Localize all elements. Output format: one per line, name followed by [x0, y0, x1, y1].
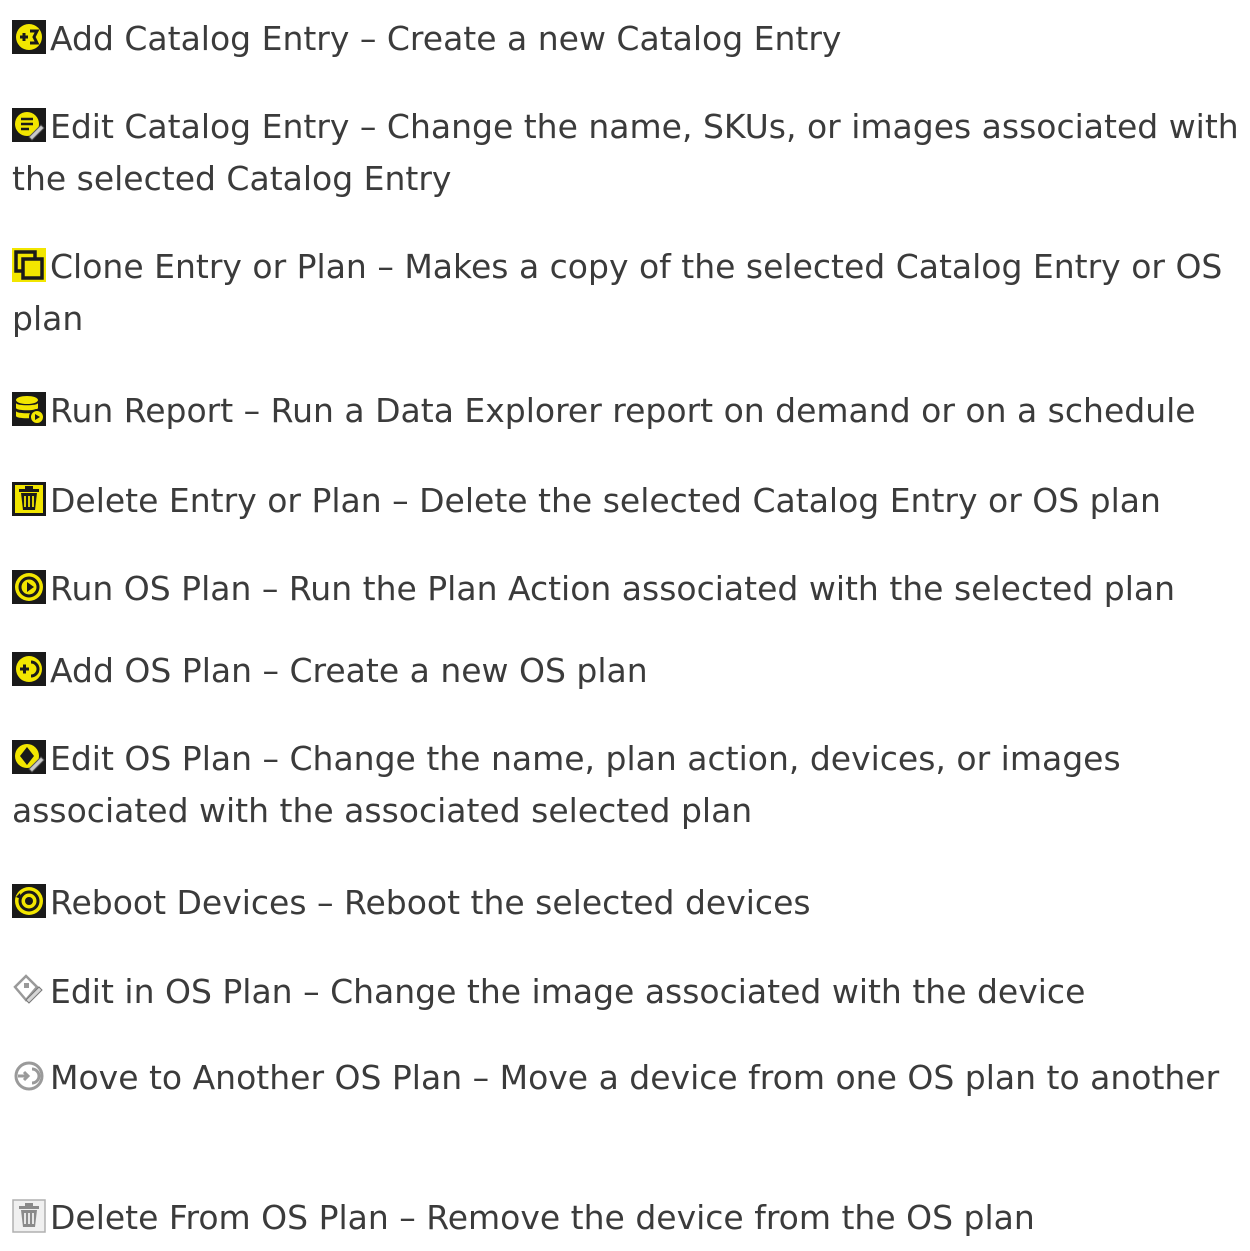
- legend-item-add-catalog-entry: Add Catalog Entry – Create a new Catalog…: [12, 13, 1244, 65]
- legend-item-clone: Clone Entry or Plan – Makes a copy of th…: [12, 241, 1244, 345]
- legend-item-run-report: Run Report – Run a Data Explorer report …: [12, 385, 1244, 437]
- legend-item-text: Edit in OS Plan – Change the image assoc…: [50, 972, 1086, 1011]
- edit-in-os-plan-icon: [12, 973, 46, 1007]
- move-os-plan-icon: [12, 1059, 46, 1093]
- legend-item-text: Run OS Plan – Run the Plan Action associ…: [50, 569, 1176, 608]
- delete-from-os-plan-icon: [12, 1199, 46, 1233]
- legend-item-edit-catalog-entry: Edit Catalog Entry – Change the name, SK…: [12, 101, 1244, 205]
- add-os-plan-icon: [12, 652, 46, 686]
- legend-item-text: Add Catalog Entry – Create a new Catalog…: [50, 19, 842, 58]
- delete-icon: [12, 482, 46, 516]
- legend-item-text: Clone Entry or Plan – Makes a copy of th…: [12, 247, 1223, 338]
- legend-item-add-os-plan: Add OS Plan – Create a new OS plan: [12, 645, 1244, 697]
- legend-item-edit-os-plan: Edit OS Plan – Change the name, plan act…: [12, 733, 1244, 837]
- add-catalog-entry-icon: [12, 20, 46, 54]
- legend-item-move-os-plan: Move to Another OS Plan – Move a device …: [12, 1052, 1244, 1104]
- legend-item-edit-in-os-plan: Edit in OS Plan – Change the image assoc…: [12, 966, 1244, 1018]
- legend-item-delete-from-os-plan: Delete From OS Plan – Remove the device …: [12, 1192, 1244, 1244]
- edit-catalog-entry-icon: [12, 108, 46, 142]
- legend-item-delete: Delete Entry or Plan – Delete the select…: [12, 475, 1244, 527]
- legend-item-text: Edit OS Plan – Change the name, plan act…: [12, 739, 1121, 830]
- edit-os-plan-icon: [12, 740, 46, 774]
- clone-icon: [12, 248, 46, 282]
- legend-item-text: Reboot Devices – Reboot the selected dev…: [50, 883, 811, 922]
- legend-item-text: Add OS Plan – Create a new OS plan: [50, 651, 648, 690]
- run-report-icon: [12, 392, 46, 426]
- reboot-devices-icon: [12, 884, 46, 918]
- legend-item-run-os-plan: Run OS Plan – Run the Plan Action associ…: [12, 563, 1244, 615]
- legend-item-reboot-devices: Reboot Devices – Reboot the selected dev…: [12, 877, 1244, 929]
- icon-legend: Add Catalog Entry – Create a new Catalog…: [0, 0, 1250, 1251]
- legend-item-text: Delete Entry or Plan – Delete the select…: [50, 481, 1161, 520]
- legend-item-text: Edit Catalog Entry – Change the name, SK…: [12, 107, 1239, 198]
- legend-item-text: Run Report – Run a Data Explorer report …: [50, 391, 1196, 430]
- legend-item-text: Move to Another OS Plan – Move a device …: [50, 1058, 1220, 1097]
- run-os-plan-icon: [12, 570, 46, 604]
- legend-item-text: Delete From OS Plan – Remove the device …: [50, 1198, 1035, 1237]
